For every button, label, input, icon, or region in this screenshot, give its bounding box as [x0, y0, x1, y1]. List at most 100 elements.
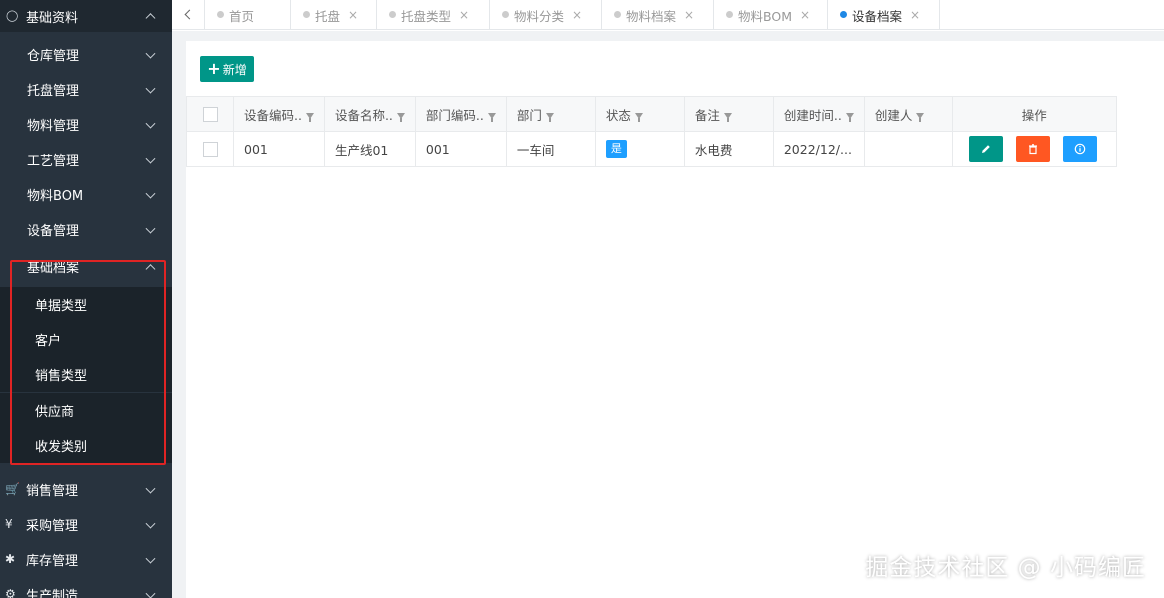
header-status[interactable]: 状态 — [594, 96, 685, 132]
sidebar-subitem-label: 供应商 — [35, 405, 75, 420]
add-button-label: 新增 — [222, 62, 247, 77]
equipment-table: 设备编码.. 设备名称.. 部门编码.. 部门 状态 备注 创建时间.. 创建人… — [186, 96, 1117, 167]
tab-scroll-left-button[interactable] — [172, 0, 205, 30]
sidebar-subitem-label: 单据类型 — [35, 299, 88, 314]
tab-label: 物料BOM — [738, 8, 792, 24]
close-icon[interactable]: × — [910, 8, 920, 22]
gear-icon: ⚙ — [5, 587, 16, 598]
sidebar-item-purchase[interactable]: ¥ 采购管理 — [0, 507, 172, 542]
chevron-down-icon — [145, 118, 156, 129]
cell-equipment-code: 001 — [233, 131, 325, 167]
sidebar-subitem-doc-type[interactable]: 单据类型 — [0, 287, 172, 322]
table-header-row: 设备编码.. 设备名称.. 部门编码.. 部门 状态 备注 创建时间.. 创建人… — [186, 96, 1117, 132]
sidebar-item-basic-archive[interactable]: 基础档案 — [0, 249, 172, 284]
edit-button[interactable] — [968, 136, 1003, 162]
chevron-down-icon — [145, 83, 156, 94]
tab-material-category[interactable]: 物料分类 × — [490, 0, 602, 30]
filter-icon[interactable] — [305, 113, 314, 122]
watermark: 掘金技术社区 @ 小码编匠 — [865, 555, 1146, 581]
filter-icon[interactable] — [634, 113, 643, 122]
chevron-down-icon — [145, 48, 156, 59]
sidebar-subitem-io-category[interactable]: 收发类别 — [0, 428, 172, 463]
status-badge: 是 — [605, 140, 627, 158]
filter-icon[interactable] — [487, 113, 496, 122]
sidebar-item-pallet[interactable]: 托盘管理 — [0, 72, 172, 107]
tab-equipment-archive[interactable]: 设备档案 × — [828, 0, 940, 30]
chevron-up-icon — [145, 13, 156, 24]
header-dept[interactable]: 部门 — [505, 96, 596, 132]
sidebar-item-material-bom[interactable]: 物料BOM — [0, 177, 172, 212]
chevron-down-icon — [145, 153, 156, 164]
sidebar-subitem-customer[interactable]: 客户 — [0, 322, 172, 357]
close-icon[interactable]: × — [800, 8, 810, 22]
header-equipment-name[interactable]: 设备名称.. — [323, 96, 416, 132]
tab-material-bom[interactable]: 物料BOM × — [714, 0, 828, 30]
header-label: 备注 — [694, 107, 720, 123]
tab-dot-icon — [840, 11, 847, 18]
tab-pallet-type[interactable]: 托盘类型 × — [377, 0, 490, 30]
sidebar-subitem-sales-type[interactable]: 销售类型 — [0, 357, 172, 392]
cell-dept: 一车间 — [505, 131, 596, 167]
sidebar-subitem-supplier[interactable]: 供应商 — [0, 393, 172, 428]
close-icon[interactable]: × — [684, 8, 694, 22]
sidebar: ◯ 基础资料 仓库管理 托盘管理 物料管理 工艺管理 物料BOM 设备管理 基础… — [0, 0, 172, 598]
sidebar-item-material[interactable]: 物料管理 — [0, 107, 172, 142]
filter-icon[interactable] — [916, 113, 925, 122]
cell-created-time: 2022/12/... — [772, 131, 865, 167]
header-created-time[interactable]: 创建时间.. — [772, 96, 865, 132]
tab-pallet[interactable]: 托盘 × — [291, 0, 377, 30]
tab-label: 首页 — [229, 8, 255, 24]
chevron-down-icon — [145, 588, 156, 598]
header-dept-code[interactable]: 部门编码.. — [414, 96, 507, 132]
sidebar-group-basic-data[interactable]: ◯ 基础资料 — [0, 0, 172, 32]
close-icon[interactable]: × — [459, 8, 469, 22]
sidebar-subitem-label: 销售类型 — [35, 369, 88, 384]
filter-icon[interactable] — [723, 113, 732, 122]
delete-button[interactable] — [1015, 136, 1050, 162]
chevron-up-icon — [145, 263, 156, 274]
sidebar-item-sales[interactable]: 🛒 销售管理 — [0, 472, 172, 507]
row-select-cell[interactable] — [186, 131, 234, 167]
sidebar-item-label: 采购管理 — [26, 519, 79, 534]
tab-label: 托盘 — [315, 8, 341, 24]
header-select-all[interactable] — [186, 96, 234, 132]
tab-label: 物料分类 — [514, 8, 565, 24]
header-equipment-code[interactable]: 设备编码.. — [233, 96, 325, 132]
lightbulb-icon: ◯ — [6, 9, 19, 22]
close-icon[interactable]: × — [348, 8, 358, 22]
chevron-down-icon — [145, 518, 156, 529]
sidebar-subitem-label: 客户 — [35, 334, 62, 349]
sidebar-item-label: 设备管理 — [27, 224, 80, 239]
tab-material-archive[interactable]: 物料档案 × — [602, 0, 714, 30]
select-all-checkbox[interactable] — [202, 107, 218, 122]
sidebar-item-label: 生产制造 — [26, 589, 79, 598]
header-label: 状态 — [605, 107, 631, 123]
sidebar-item-process[interactable]: 工艺管理 — [0, 142, 172, 177]
add-button[interactable]: + 新增 — [200, 56, 254, 82]
filter-icon[interactable] — [845, 113, 854, 122]
tab-dot-icon — [217, 11, 224, 18]
close-icon[interactable]: × — [572, 8, 582, 22]
cell-actions — [951, 131, 1117, 167]
detail-button[interactable] — [1062, 136, 1097, 162]
sidebar-item-warehouse[interactable]: 仓库管理 — [0, 37, 172, 72]
sidebar-item-label: 托盘管理 — [27, 84, 80, 99]
header-label: 设备名称.. — [334, 107, 393, 123]
tab-dot-icon — [389, 11, 396, 18]
sidebar-group-label: 基础资料 — [26, 10, 79, 26]
tab-dot-icon — [726, 11, 733, 18]
tab-dot-icon — [614, 11, 621, 18]
filter-icon[interactable] — [396, 113, 405, 122]
sidebar-item-label: 销售管理 — [26, 484, 79, 499]
header-remark[interactable]: 备注 — [683, 96, 774, 132]
sidebar-item-production[interactable]: ⚙ 生产制造 — [0, 577, 172, 598]
filter-icon[interactable] — [545, 113, 554, 122]
sidebar-item-label: 基础档案 — [27, 261, 80, 276]
table-row[interactable]: 001 生产线01 001 一车间 是 水电费 2022/12/... — [186, 131, 1117, 167]
sidebar-item-equipment[interactable]: 设备管理 — [0, 212, 172, 247]
header-creator[interactable]: 创建人 — [863, 96, 953, 132]
tab-dot-icon — [502, 11, 509, 18]
sidebar-item-inventory[interactable]: ✱ 库存管理 — [0, 542, 172, 577]
row-checkbox[interactable] — [202, 142, 218, 157]
tab-home[interactable]: 首页 — [205, 0, 291, 30]
